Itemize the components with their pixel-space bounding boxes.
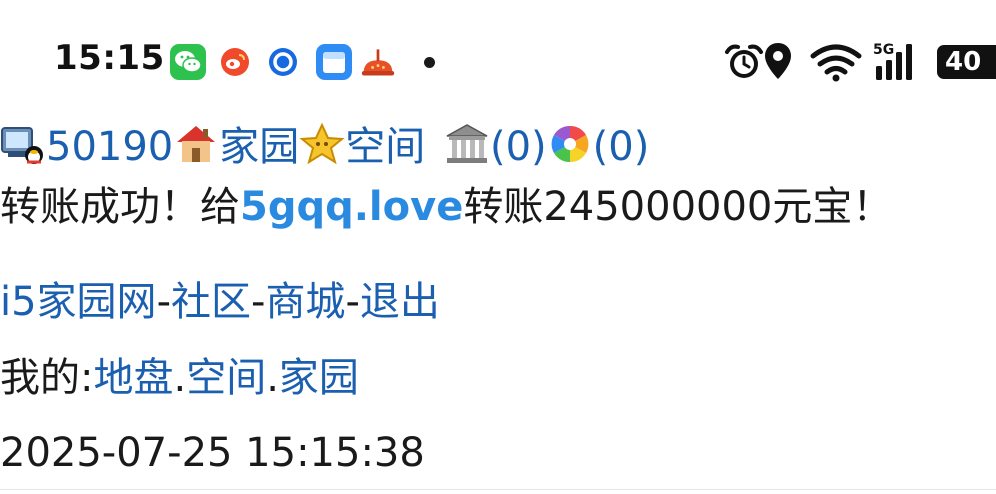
house-icon [177, 126, 216, 162]
user-nav-line: 50190 家园 空间 (0) (0) [0, 118, 649, 176]
transfer-message-suffix: 转账245000000元宝！ [463, 184, 893, 230]
battery-level-badge: 40 [937, 45, 996, 79]
link-separator: - [345, 279, 360, 325]
land-link[interactable]: 地盘 [93, 355, 173, 401]
star-icon [299, 122, 345, 165]
my-home-link[interactable]: 家园 [279, 355, 359, 401]
status-bar: 15:15 5G 40 [0, 0, 996, 118]
transfer-recipient: 5gqq.love [240, 184, 464, 230]
alarm-clock-icon [725, 44, 763, 78]
wifi-icon [810, 44, 862, 82]
home-link[interactable]: 家园 [219, 124, 299, 170]
browser-app-icon [269, 48, 297, 76]
transfer-message-line: 转账成功！给5gqq.love转账245000000元宝！ [0, 178, 892, 236]
qq-computer-icon [1, 127, 43, 164]
user-id-link[interactable]: 50190 [46, 124, 173, 170]
link-separator: - [156, 279, 171, 325]
hat-app-icon [361, 49, 395, 76]
mall-link[interactable]: 商城 [265, 279, 345, 325]
network-type-label: 5G [873, 42, 894, 58]
site-home-link[interactable]: i5家园网 [0, 279, 157, 325]
mine-label: 我的: [0, 355, 94, 401]
bank-count-link[interactable]: (0) [490, 124, 547, 170]
album-count-link[interactable]: (0) [593, 124, 650, 170]
cellular-signal-icon: 5G [873, 42, 912, 80]
community-link[interactable]: 社区 [171, 279, 251, 325]
bottom-divider [0, 489, 996, 490]
link-separator: - [251, 279, 266, 325]
album-aperture-icon [551, 125, 589, 163]
mine-dot-separator: . [266, 355, 279, 401]
status-clock: 15:15 [54, 38, 165, 78]
my-space-link[interactable]: 空间 [186, 355, 266, 401]
bank-building-icon [446, 124, 488, 163]
space-link[interactable]: 空间 [345, 124, 425, 170]
files-app-icon [316, 44, 352, 80]
notification-dot-icon [424, 57, 435, 68]
site-links-line: i5家园网-社区-商城-退出 [0, 273, 440, 331]
mine-dot-separator: . [173, 355, 187, 401]
wechat-app-icon [170, 44, 206, 80]
timestamp: 2025-07-25 15:15:38 [0, 430, 425, 476]
location-pin-icon [765, 43, 791, 79]
logout-link[interactable]: 退出 [360, 279, 440, 325]
transfer-message-prefix: 转账成功！给 [0, 184, 240, 230]
mine-links-line: 我的:地盘.空间.家园 [0, 349, 359, 407]
page: 15:15 5G 40 50190 家园 空间 (0) (0) 转账成功！给5g… [0, 0, 996, 494]
weibo-app-icon [221, 48, 249, 76]
